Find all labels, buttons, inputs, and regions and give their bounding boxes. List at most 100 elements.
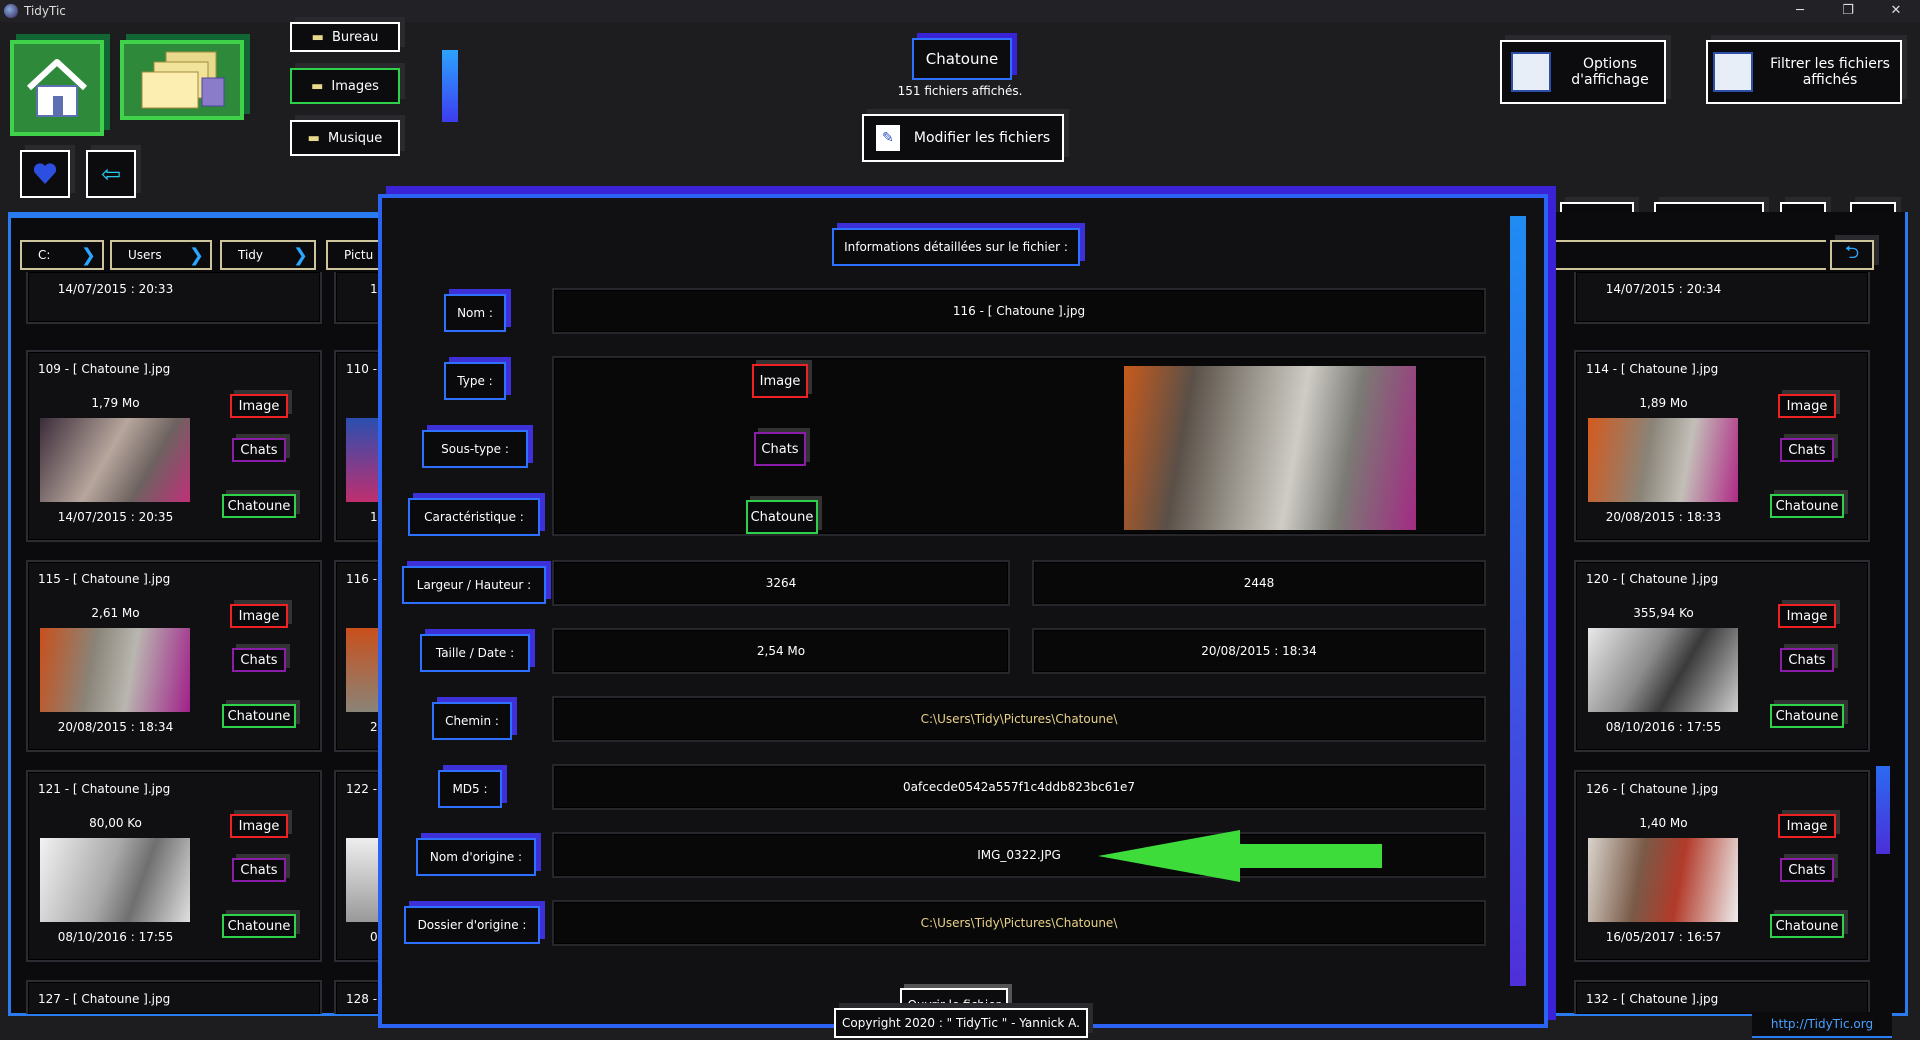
files-count: 151 fichiers affichés. xyxy=(897,84,1023,98)
folder-icon: ▬ xyxy=(311,29,324,45)
breadcrumb-fill xyxy=(1550,240,1826,270)
file-size: 1,40 Mo xyxy=(1639,816,1688,830)
characteristic-tag[interactable]: Chatoune xyxy=(222,494,296,518)
app-body: ⇦ ▬ Bureau ▬ Images ▬ Musique Chatoune 151 … xyxy=(0,22,1920,1040)
file-date: 20/08/2015 : 18:33 xyxy=(1605,510,1722,524)
cat-thumbnail xyxy=(40,838,190,922)
close-button[interactable]: ✕ xyxy=(1876,0,1916,22)
card-partial-top[interactable]: 14/07/2015 : 20:34 xyxy=(1574,272,1870,324)
modify-label: Modifier les fichiers xyxy=(913,130,1051,146)
breadcrumb-label: C: xyxy=(38,248,51,262)
width-value: 3264 xyxy=(552,560,1010,606)
cat-thumbnail xyxy=(1588,838,1738,922)
file-card[interactable]: 109 - [ Chatoune ].jpg 1,79 Mo 14/07/201… xyxy=(26,350,322,542)
type-tag[interactable]: Image xyxy=(1778,394,1836,418)
file-card[interactable]: 120 - [ Chatoune ].jpg 355,94 Ko 08/10/2… xyxy=(1574,560,1870,752)
file-card[interactable]: 115 - [ Chatoune ].jpg 2,61 Mo 20/08/201… xyxy=(26,560,322,752)
details-title: Informations détaillées sur le fichier : xyxy=(832,228,1080,266)
minimize-button[interactable]: ─ xyxy=(1780,0,1820,22)
type-tag[interactable]: Image xyxy=(230,814,288,838)
path-value: C:\Users\Tidy\Pictures\Chatoune\ xyxy=(552,696,1486,742)
folders-button[interactable] xyxy=(120,40,244,120)
card-partial-top[interactable]: 14/07/2015 : 20:33 xyxy=(26,272,322,324)
undo-button[interactable]: ⮌ xyxy=(1830,240,1874,270)
file-card-partial[interactable]: 127 - [ Chatoune ].jpg xyxy=(26,980,322,1014)
subtype-tag[interactable]: Chats xyxy=(1780,858,1834,882)
breadcrumb-pictures[interactable]: Pictu xyxy=(326,240,386,270)
title-bar: TidyTic ─ ❐ ✕ xyxy=(0,0,1920,22)
type-tag[interactable]: Image xyxy=(752,364,808,398)
back-button[interactable]: ⇦ xyxy=(86,150,136,198)
type-tag[interactable]: Image xyxy=(1778,604,1836,628)
display-options-button[interactable]: Options d'affichage xyxy=(1500,40,1666,104)
cat-thumbnail xyxy=(40,628,190,712)
display-options-label: Options d'affichage xyxy=(1571,56,1649,88)
undo-arrow-icon: ⮌ xyxy=(1844,242,1860,263)
height-value: 2448 xyxy=(1032,560,1486,606)
type-tag[interactable]: Image xyxy=(230,604,288,628)
folder-bureau-button[interactable]: ▬ Bureau xyxy=(290,22,400,52)
characteristic-tag[interactable]: Chatoune xyxy=(222,914,296,938)
website-link[interactable]: http://TidyTic.org xyxy=(1752,1012,1892,1038)
filter-files-button[interactable]: Filtrer les fichiers affichés xyxy=(1706,40,1902,104)
subtype-tag[interactable]: Chats xyxy=(1780,648,1834,672)
file-name-value: 116 - [ Chatoune ].jpg xyxy=(552,288,1486,334)
cat-thumbnail xyxy=(1588,628,1738,712)
breadcrumb-c[interactable]: C: ❯ xyxy=(20,240,104,270)
subtype-tag[interactable]: Chats xyxy=(1780,438,1834,462)
file-name: 126 - [ Chatoune ].jpg xyxy=(1586,782,1719,796)
subtype-tag[interactable]: Chats xyxy=(232,648,286,672)
label-md5: MD5 : xyxy=(438,770,502,808)
current-folder-button[interactable]: Chatoune xyxy=(912,38,1012,80)
type-tag[interactable]: Image xyxy=(1778,814,1836,838)
file-card[interactable]: 114 - [ Chatoune ].jpg 1,89 Mo 20/08/201… xyxy=(1574,350,1870,542)
subtype-tag[interactable]: Chats xyxy=(232,858,286,882)
cat-thumbnail xyxy=(1588,418,1738,502)
file-date: 2 xyxy=(370,720,378,734)
file-card-partial[interactable]: 132 - [ Chatoune ].jpg xyxy=(1574,980,1870,1014)
file-name: 120 - [ Chatoune ].jpg xyxy=(1586,572,1719,586)
favorites-button[interactable] xyxy=(20,150,70,198)
subtype-tag[interactable]: Chats xyxy=(232,438,286,462)
folders-icon xyxy=(141,51,225,109)
breadcrumb-label: Users xyxy=(128,248,162,262)
breadcrumb-label: Pictu xyxy=(344,248,374,262)
file-name: 115 - [ Chatoune ].jpg xyxy=(38,572,171,586)
folder-scrollbar[interactable] xyxy=(442,50,458,122)
restore-button[interactable]: ❐ xyxy=(1828,0,1868,22)
folder-images-button[interactable]: ▬ Images xyxy=(290,68,400,104)
home-button[interactable] xyxy=(10,40,104,136)
characteristic-tag[interactable]: Chatoune xyxy=(746,500,818,534)
file-date: 14/07/2015 : 20:34 xyxy=(1605,282,1722,296)
breadcrumb-users[interactable]: Users ❯ xyxy=(110,240,212,270)
folder-musique-button[interactable]: ▬ Musique xyxy=(290,120,400,156)
label-subtype: Sous-type : xyxy=(422,430,528,468)
file-size: 1,89 Mo xyxy=(1639,396,1688,410)
label-original-folder: Dossier d'origine : xyxy=(404,906,540,944)
file-card[interactable]: 126 - [ Chatoune ].jpg 1,40 Mo 16/05/201… xyxy=(1574,770,1870,962)
file-name: 110 - xyxy=(346,362,378,376)
file-card[interactable]: 121 - [ Chatoune ].jpg 80,00 Ko 08/10/20… xyxy=(26,770,322,962)
modify-files-button[interactable]: ✎ Modifier les fichiers xyxy=(862,114,1064,162)
file-name: 122 - xyxy=(346,782,378,796)
filter-grid-icon xyxy=(1713,52,1753,92)
copyright-label: Copyright 2020 : " TidyTic " - Yannick A… xyxy=(834,1008,1088,1038)
breadcrumb-tidy[interactable]: Tidy ❯ xyxy=(220,240,316,270)
chevron-right-icon: ❯ xyxy=(188,245,204,266)
type-tag[interactable]: Image xyxy=(230,394,288,418)
file-size: 355,94 Ko xyxy=(1633,606,1694,620)
folder-label: Images xyxy=(331,78,379,94)
arrow-left-icon: ⇦ xyxy=(100,160,122,188)
panel-top-edge xyxy=(8,212,378,218)
file-name: 109 - [ Chatoune ].jpg xyxy=(38,362,171,376)
characteristic-tag[interactable]: Chatoune xyxy=(1770,914,1844,938)
subtype-tag[interactable]: Chats xyxy=(754,432,806,466)
main-scrollbar[interactable] xyxy=(1876,766,1890,854)
modal-scrollbar[interactable] xyxy=(1510,216,1526,986)
label-original-name: Nom d'origine : xyxy=(416,838,536,876)
characteristic-tag[interactable]: Chatoune xyxy=(222,704,296,728)
characteristic-tag[interactable]: Chatoune xyxy=(1770,494,1844,518)
characteristic-tag[interactable]: Chatoune xyxy=(1770,704,1844,728)
file-date: 0 xyxy=(370,930,378,944)
file-date: 14/07/2015 : 20:33 xyxy=(57,282,174,296)
